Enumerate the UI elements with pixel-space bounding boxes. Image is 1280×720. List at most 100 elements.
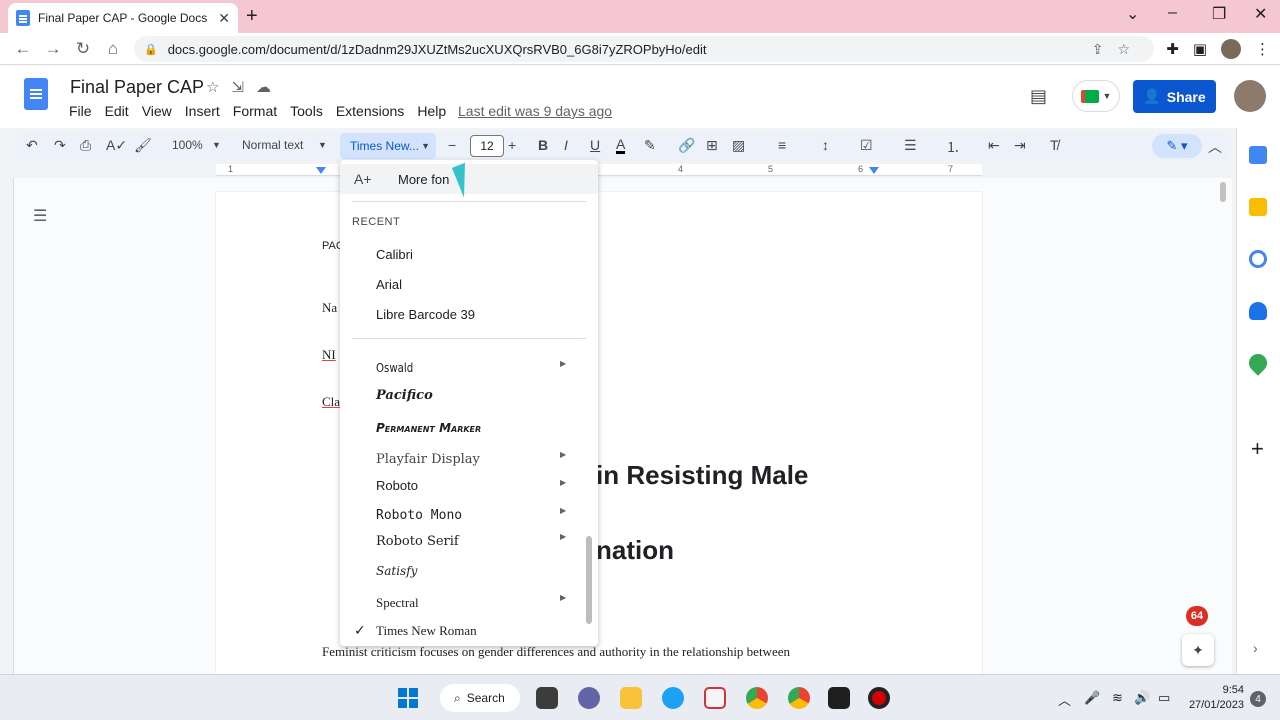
menu-insert[interactable]: Insert [185, 103, 220, 119]
zoom-select[interactable]: 100% [172, 138, 203, 152]
decrease-size-icon[interactable]: − [448, 137, 456, 153]
insert-image-icon[interactable]: ▨ [732, 137, 745, 154]
add-comment-icon[interactable]: ⊞ [706, 137, 718, 154]
browser-tab-active[interactable]: Final Paper CAP - Google Docs ✕ [8, 3, 238, 33]
document-title[interactable]: Final Paper CAP [70, 77, 204, 98]
font-item-roboto-mono[interactable]: Roboto Mono [376, 508, 462, 523]
windows-start-icon[interactable] [398, 688, 418, 708]
menu-extensions[interactable]: Extensions [336, 103, 404, 119]
system-clock[interactable]: 9:54 27/01/2023 [1186, 683, 1244, 713]
calendar-icon[interactable] [1249, 146, 1267, 164]
share-bookmark-icons[interactable]: ⇪☆ [1092, 41, 1144, 58]
left-indent-marker[interactable] [316, 167, 326, 174]
italic-icon[interactable]: I [564, 137, 568, 153]
clear-formatting-icon[interactable]: T̸ [1050, 137, 1059, 153]
document-scrollbar[interactable] [1220, 182, 1226, 202]
taskbar-search[interactable]: ⌕ Search [440, 684, 520, 712]
text-color-icon[interactable]: A [616, 137, 626, 154]
notification-count[interactable]: 4 [1250, 691, 1266, 707]
comment-history-icon[interactable]: ▤ [1030, 86, 1047, 107]
tasks-icon[interactable] [1249, 250, 1267, 268]
expand-panel-icon[interactable]: › [1253, 640, 1258, 656]
battery-icon[interactable]: ▭ [1158, 690, 1170, 706]
editing-mode-button[interactable]: ✎ ▾ [1152, 134, 1202, 158]
menu-tools[interactable]: Tools [290, 103, 323, 119]
checklist-icon[interactable]: ☑ [860, 137, 873, 154]
horizontal-ruler[interactable]: 1 4 5 6 7 [216, 164, 982, 176]
font-item-oswald[interactable]: Oswald [376, 361, 413, 375]
last-edit-link[interactable]: Last edit was 9 days ago [458, 103, 612, 119]
document-page[interactable] [216, 192, 982, 674]
menu-help[interactable]: Help [417, 103, 446, 119]
underline-icon[interactable]: U [590, 137, 600, 153]
contacts-icon[interactable] [1249, 302, 1267, 320]
paint-format-icon[interactable]: 🖌 [134, 137, 152, 154]
menu-edit[interactable]: Edit [105, 103, 129, 119]
tab-search-icon[interactable]: ⌄ [1126, 4, 1139, 24]
style-select[interactable]: Normal text [242, 138, 303, 152]
keep-icon[interactable] [1249, 198, 1267, 216]
increase-size-icon[interactable]: + [508, 137, 516, 153]
font-item-permanent-marker[interactable]: Permanent Marker [376, 421, 481, 435]
microphone-icon[interactable]: 🎤 [1084, 690, 1100, 706]
capcut-icon[interactable] [828, 687, 850, 709]
align-icon[interactable]: ≡ [778, 137, 786, 153]
chrome-profile-icon[interactable] [788, 687, 810, 709]
undo-icon[interactable]: ↶ [26, 137, 38, 154]
meet-button[interactable]: ▼ [1072, 80, 1120, 112]
snipping-tool-icon[interactable] [704, 687, 726, 709]
tab-close-icon[interactable]: ✕ [218, 10, 230, 27]
side-panel-icon[interactable]: ▣ [1193, 40, 1207, 58]
new-tab-button[interactable]: + [246, 5, 258, 28]
title-action-icons[interactable]: ☆⇲☁ [206, 78, 283, 96]
reload-button[interactable]: ↻ [68, 39, 98, 59]
chrome-icon[interactable] [746, 687, 768, 709]
edge-icon[interactable] [662, 687, 684, 709]
menu-view[interactable]: View [142, 103, 172, 119]
font-item-satisfy[interactable]: Satisfy [376, 564, 417, 578]
chrome-menu-icon[interactable]: ⋮ [1255, 40, 1270, 58]
menu-file[interactable]: File [69, 103, 92, 119]
teams-icon[interactable] [578, 687, 600, 709]
numbered-list-icon[interactable]: ⒈ [946, 137, 960, 157]
maps-icon[interactable] [1245, 350, 1271, 376]
bulleted-list-icon[interactable]: ☰ [904, 137, 917, 154]
decrease-indent-icon[interactable]: ⇤ [988, 137, 1000, 154]
recorder-icon[interactable] [868, 687, 890, 709]
explore-button[interactable]: ✦ [1182, 634, 1214, 666]
account-avatar[interactable] [1234, 80, 1266, 112]
menu-format[interactable]: Format [233, 103, 277, 119]
font-item-roboto[interactable]: Roboto [376, 478, 418, 493]
task-view-icon[interactable] [536, 687, 558, 709]
font-item-arial[interactable]: Arial [376, 277, 402, 292]
lock-icon[interactable]: 🔒 [144, 43, 158, 56]
collapse-menus-icon[interactable]: ︿ [1208, 137, 1222, 157]
url-bar[interactable]: 🔒 docs.google.com/document/d/1zDadnm29JX… [134, 36, 1154, 62]
docs-logo-icon[interactable] [24, 78, 48, 110]
font-item-calibri[interactable]: Calibri [376, 247, 413, 262]
line-spacing-icon[interactable]: ↕ [822, 137, 829, 153]
font-item-libre-barcode[interactable]: Libre Barcode 39 [376, 307, 475, 322]
dropdown-scrollbar[interactable] [586, 536, 592, 624]
bold-icon[interactable]: B [538, 137, 548, 153]
forward-button[interactable]: → [38, 39, 68, 59]
home-button[interactable]: ⌂ [98, 39, 128, 59]
file-explorer-icon[interactable] [620, 687, 642, 709]
font-item-roboto-serif[interactable]: Roboto Serif [376, 534, 459, 549]
show-hidden-icons[interactable]: ︿ [1058, 690, 1071, 709]
minimize-button[interactable]: – [1168, 4, 1177, 22]
font-item-spectral[interactable]: Spectral [376, 595, 419, 611]
redo-icon[interactable]: ↷ [54, 137, 66, 154]
print-icon[interactable]: ⎙ [80, 137, 91, 154]
get-add-ons-icon[interactable]: + [1251, 436, 1264, 462]
restore-button[interactable]: ❐ [1212, 4, 1226, 24]
font-item-playfair-display[interactable]: Playfair Display [376, 452, 480, 467]
increase-indent-icon[interactable]: ⇥ [1014, 137, 1026, 154]
font-family-select[interactable]: Times New... ▼ [340, 133, 436, 159]
volume-icon[interactable]: 🔊 [1134, 690, 1150, 706]
share-button[interactable]: 👤 Share [1133, 80, 1216, 113]
right-indent-marker[interactable] [869, 167, 879, 174]
highlight-icon[interactable]: ✎ [644, 137, 656, 154]
window-close-button[interactable]: ✕ [1254, 4, 1267, 24]
profile-avatar-small[interactable] [1221, 39, 1241, 59]
